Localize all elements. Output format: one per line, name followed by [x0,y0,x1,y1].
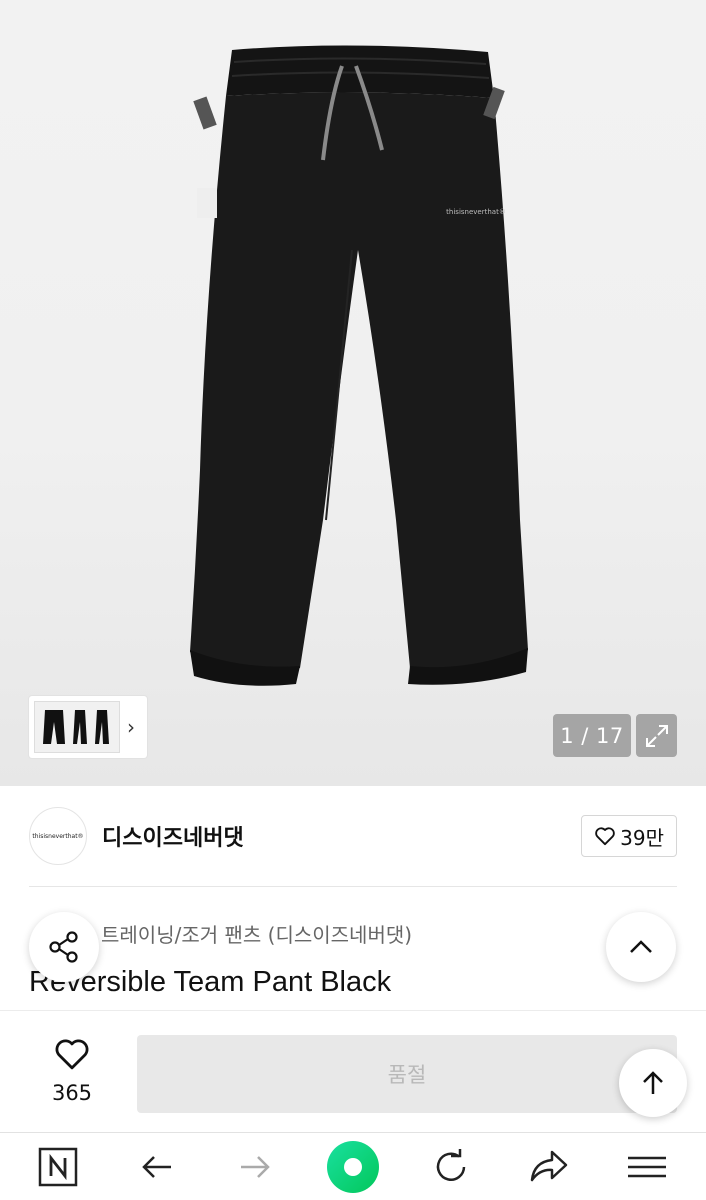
arrow-right-icon [241,1156,270,1178]
share-page-button[interactable] [527,1133,571,1200]
scroll-top-button[interactable] [619,1049,687,1117]
naver-n-icon [38,1147,78,1187]
heart-icon [55,1039,89,1070]
share-button[interactable] [29,912,99,982]
chevron-up-icon [630,940,652,953]
green-dot-button[interactable] [325,1133,381,1200]
seller-name[interactable]: 디스이즈네버댓 [102,820,244,852]
refresh-icon [436,1149,466,1181]
seller-like-count: 39만 [620,825,664,850]
product-image: thisisneverthat® [190,45,528,686]
expand-button[interactable] [636,714,677,757]
purchase-bar: 365 품절 [0,1010,706,1132]
forward-share-icon [530,1150,568,1182]
expand-icon [645,724,668,747]
menu-button[interactable] [624,1133,670,1200]
naver-home-button[interactable] [36,1133,80,1200]
seller-like-button[interactable]: 39만 [581,815,677,857]
divider [29,886,677,887]
collapse-button[interactable] [606,912,676,982]
green-dot-icon [327,1141,379,1193]
seller-logo-text: thisisneverthat® [32,832,84,840]
thumbnail-strip[interactable]: › [29,696,147,758]
brand-print: thisisneverthat® [446,208,506,216]
sold-out-button[interactable]: 품절 [137,1035,677,1113]
heart-icon [595,827,615,846]
wish-button[interactable]: 365 [30,1037,114,1105]
seller-logo[interactable]: thisisneverthat® [29,807,87,865]
share-icon [49,931,78,963]
hamburger-menu-icon [628,1156,666,1178]
wish-count: 365 [51,1081,93,1105]
seller-row[interactable]: thisisneverthat® 디스이즈네버댓 39만 [29,807,677,865]
product-image-gallery[interactable]: thisisneverthat® › 1 / 17 [0,0,706,786]
thumbnail-image[interactable] [34,701,120,753]
arrow-left-icon [142,1156,171,1178]
image-counter: 1 / 17 [553,714,631,757]
forward-button[interactable] [233,1133,277,1200]
refresh-button[interactable] [429,1133,473,1200]
chevron-right-icon[interactable]: › [127,717,135,737]
arrow-up-icon [643,1071,663,1094]
back-button[interactable] [135,1133,179,1200]
browser-toolbar [0,1132,706,1200]
